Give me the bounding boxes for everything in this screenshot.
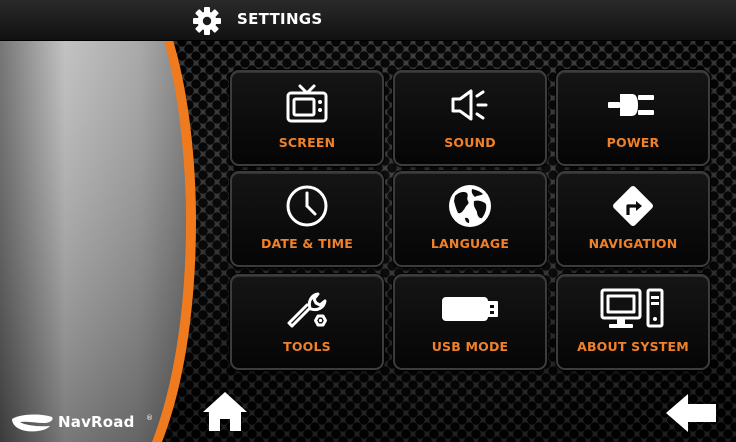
back-arrow-icon[interactable] — [664, 392, 718, 434]
tools-button[interactable]: TOOLS — [230, 274, 384, 370]
side-panel — [0, 0, 196, 442]
tile-label: ABOUT SYSTEM — [577, 339, 689, 354]
brand-registered-mark: ® — [146, 414, 153, 422]
tile-label: NAVIGATION — [588, 236, 678, 251]
tile-label: USB MODE — [431, 339, 509, 354]
language-button[interactable]: LANGUAGE — [393, 171, 547, 267]
about-system-button[interactable]: ABOUT SYSTEM — [556, 274, 710, 370]
globe-icon — [449, 185, 491, 227]
settings-screen: SETTINGS SCREEN SOUND POWER DATE & TIME … — [0, 0, 736, 442]
gear-icon — [193, 7, 221, 35]
tile-label: SCREEN — [278, 135, 336, 150]
tile-label: POWER — [606, 135, 660, 150]
wrench-icon — [287, 292, 327, 328]
tv-icon — [286, 84, 328, 123]
plug-icon — [608, 94, 654, 116]
sound-button[interactable]: SOUND — [393, 70, 547, 166]
usb-mode-button[interactable]: USB MODE — [393, 274, 547, 370]
home-icon[interactable] — [200, 388, 250, 434]
tile-label: LANGUAGE — [430, 236, 510, 251]
header-bar: SETTINGS — [0, 0, 736, 41]
direction-sign-icon — [613, 186, 653, 226]
power-button[interactable]: POWER — [556, 70, 710, 166]
usb-drive-icon — [442, 297, 498, 321]
screen-button[interactable]: SCREEN — [230, 70, 384, 166]
date-time-button[interactable]: DATE & TIME — [230, 171, 384, 267]
tile-label: TOOLS — [283, 339, 331, 354]
brand-name: NavRoad — [58, 413, 135, 431]
speaker-icon — [451, 89, 488, 121]
computer-icon — [600, 288, 664, 328]
page-title: SETTINGS — [237, 10, 323, 28]
navigation-button[interactable]: NAVIGATION — [556, 171, 710, 267]
clock-icon — [286, 185, 328, 227]
tile-label: DATE & TIME — [260, 236, 354, 251]
tile-label: SOUND — [444, 135, 496, 150]
